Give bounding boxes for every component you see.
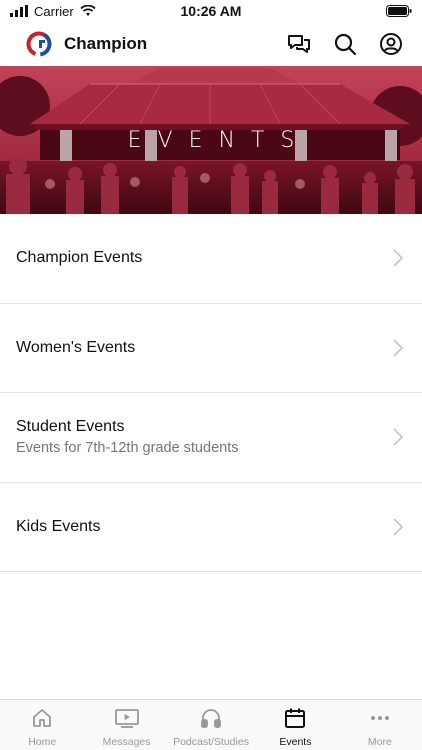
tab-events[interactable]: Events (253, 700, 337, 750)
status-right (272, 5, 412, 17)
search-icon[interactable] (332, 31, 358, 57)
row-text: Student Events Events for 7th-12th grade… (16, 418, 390, 456)
video-icon (114, 706, 139, 730)
app-header: Champion (0, 22, 422, 66)
chevron-right-icon (393, 339, 404, 357)
champion-logo (26, 31, 52, 57)
tab-bar: Home Messages Podcast/Studies Events Mor… (0, 699, 422, 750)
chevron-right-icon (393, 518, 404, 536)
tab-podcast-studies[interactable]: Podcast/Studies (169, 700, 253, 750)
wifi-icon (80, 5, 96, 16)
status-bar: Carrier 10:26 AM (0, 0, 422, 22)
header-actions (286, 31, 404, 57)
events-list: Champion Events Women's Events Student E… (0, 214, 422, 572)
status-time: 10:26 AM (180, 3, 242, 19)
tab-home[interactable]: Home (0, 700, 84, 750)
row-text: Women's Events (16, 339, 390, 357)
battery-icon (386, 5, 412, 17)
row-title: Student Events (16, 418, 125, 436)
tab-label: Home (28, 736, 57, 748)
tab-more[interactable]: More (338, 700, 422, 750)
tab-label: More (367, 736, 392, 748)
more-icon (368, 706, 392, 730)
events-banner: EVENTS (0, 66, 422, 214)
chevron-right-icon (393, 249, 404, 267)
row-text: Kids Events (16, 518, 390, 536)
event-row-student[interactable]: Student Events Events for 7th-12th grade… (0, 393, 422, 483)
event-row-champion[interactable]: Champion Events (0, 214, 422, 304)
event-row-kids[interactable]: Kids Events (0, 483, 422, 572)
signal-icon (10, 5, 28, 17)
banner-title: EVENTS (127, 127, 311, 153)
app-title: Champion (64, 34, 148, 53)
account-icon[interactable] (378, 31, 404, 57)
chat-icon[interactable] (286, 31, 312, 57)
carrier-label: Carrier (34, 3, 74, 19)
row-title: Women's Events (16, 338, 136, 356)
tab-label: Events (279, 736, 312, 748)
status-left: Carrier (10, 4, 150, 19)
tab-label: Podcast/Studies (173, 736, 249, 748)
tab-label: Messages (102, 736, 151, 748)
tab-messages[interactable]: Messages (84, 700, 168, 750)
chevron-right-icon (393, 428, 404, 446)
headphones-icon (199, 706, 223, 730)
row-text: Champion Events (16, 249, 390, 267)
row-subtitle: Events for 7th-12th grade students (16, 440, 239, 457)
home-icon (30, 706, 54, 730)
calendar-icon (283, 706, 307, 730)
event-row-women[interactable]: Women's Events (0, 304, 422, 393)
row-title: Kids Events (16, 517, 101, 535)
row-title: Champion Events (16, 249, 143, 267)
